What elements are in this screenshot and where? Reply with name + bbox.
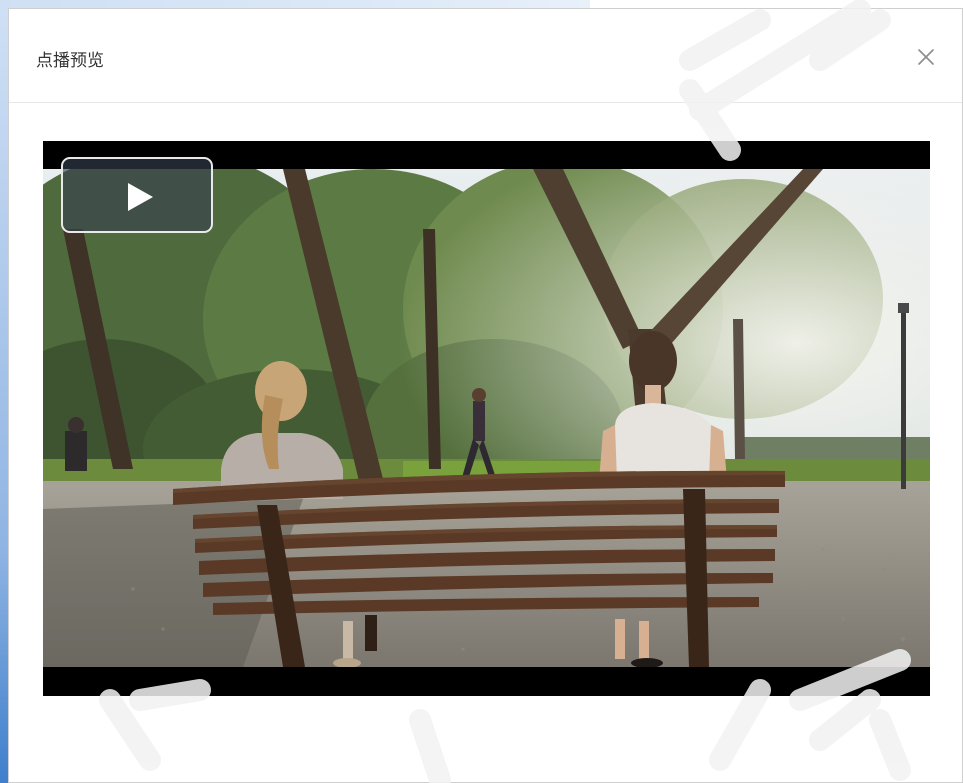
close-button[interactable] <box>914 45 938 69</box>
play-button[interactable] <box>61 157 213 233</box>
dialog-title: 点播预览 <box>36 51 104 71</box>
video-frame-image <box>43 169 930 667</box>
close-icon <box>918 49 934 65</box>
backdrop-edge <box>0 10 8 783</box>
screen: 点播预览 <box>0 0 963 783</box>
video-player[interactable] <box>43 141 930 696</box>
play-icon <box>128 183 153 211</box>
preview-dialog: 点播预览 <box>8 8 963 783</box>
dialog-header: 点播预览 <box>9 9 962 103</box>
